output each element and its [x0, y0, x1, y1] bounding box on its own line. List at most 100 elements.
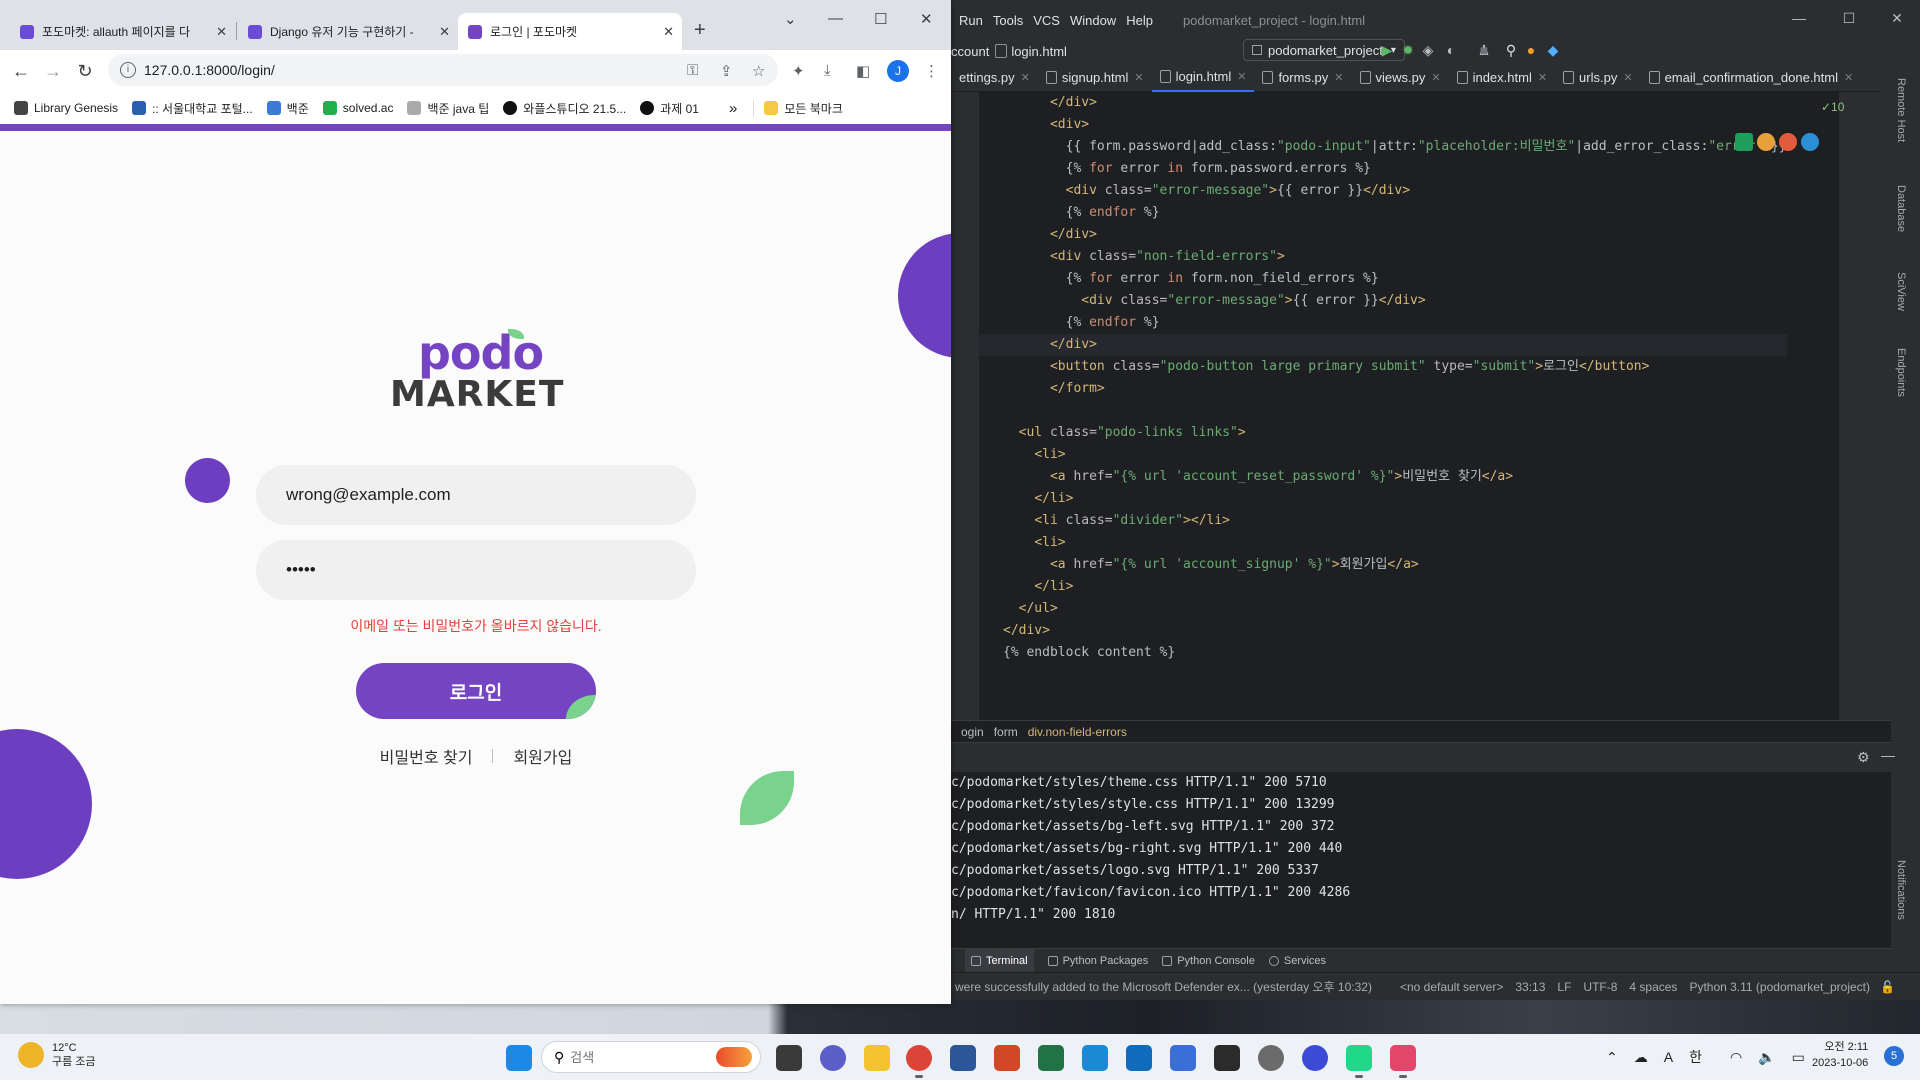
- remote-host-tool[interactable]: Remote Host: [1895, 78, 1907, 142]
- ide-maximize-icon[interactable]: ☐: [1841, 10, 1857, 26]
- lock-icon[interactable]: 🔓: [1880, 980, 1895, 994]
- coverage-icon[interactable]: ◈: [1420, 42, 1436, 58]
- chrome-tab-1[interactable]: 포도마켓: allauth 페이지를 다 ✕: [10, 13, 235, 50]
- new-tab-button[interactable]: +: [694, 19, 706, 42]
- pycharm-preview-icon[interactable]: [1735, 133, 1753, 151]
- jetbrains-icon[interactable]: ◆: [1545, 42, 1561, 58]
- crumb-div[interactable]: div.non-field-errors: [1028, 725, 1127, 739]
- stop-icon[interactable]: ■: [1476, 42, 1492, 58]
- taskbar-search-input[interactable]: [570, 1049, 691, 1065]
- address-bar[interactable]: i: [108, 54, 778, 86]
- url-input[interactable]: [144, 62, 664, 78]
- close-icon[interactable]: ✕: [1623, 71, 1632, 84]
- sticky-notes-icon[interactable]: [1214, 1045, 1240, 1071]
- profile-icon[interactable]: ◐: [1443, 42, 1459, 58]
- crumb-form[interactable]: form: [994, 725, 1018, 739]
- close-icon[interactable]: ✕: [1538, 71, 1547, 84]
- notification-badge[interactable]: 5: [1884, 1046, 1904, 1066]
- reset-password-link[interactable]: 비밀번호 찾기: [380, 744, 473, 768]
- menu-help[interactable]: Help: [1126, 13, 1153, 28]
- close-icon[interactable]: ✕: [1237, 70, 1246, 83]
- app-blue-icon[interactable]: [1082, 1045, 1108, 1071]
- powerpoint-icon[interactable]: [994, 1045, 1020, 1071]
- sciview-tool[interactable]: SciView: [1895, 272, 1907, 311]
- database-tool[interactable]: Database: [1895, 185, 1907, 232]
- close-icon[interactable]: ✕: [1844, 71, 1853, 84]
- close-icon[interactable]: ✕: [1334, 71, 1343, 84]
- chat-icon[interactable]: [820, 1045, 846, 1071]
- search-icon[interactable]: ⚲: [1503, 42, 1519, 58]
- bookmark-solved-ac[interactable]: solved.ac: [322, 101, 393, 115]
- settings-gear-icon[interactable]: ⚙: [1857, 749, 1870, 766]
- snipping-tool-icon[interactable]: [1390, 1045, 1416, 1078]
- email-input[interactable]: [256, 465, 696, 525]
- forward-arrow-icon[interactable]: →: [42, 60, 64, 82]
- inspection-widget[interactable]: ✓10: [1821, 100, 1844, 114]
- bookmark-snu-portal[interactable]: :: 서울대학교 포털...: [132, 100, 253, 117]
- chrome-tab-active[interactable]: 로그인 | 포도마켓 ✕: [458, 13, 682, 50]
- tab-python-packages[interactable]: Python Packages: [1047, 949, 1148, 973]
- close-icon[interactable]: ✕: [1134, 71, 1143, 84]
- menu-tools[interactable]: Tools: [993, 13, 1023, 28]
- chrome-icon[interactable]: [906, 1045, 932, 1078]
- crumb-block[interactable]: ogin: [961, 725, 984, 739]
- maximize-icon[interactable]: ☐: [874, 10, 887, 28]
- bookmark-baekjoon-java[interactable]: 백준 java 팁: [407, 100, 489, 117]
- taskbar-clock[interactable]: 오전 2:11 2023-10-06: [1812, 1039, 1868, 1071]
- status-position[interactable]: 33:13: [1515, 980, 1545, 994]
- update-icon[interactable]: ●: [1523, 42, 1539, 58]
- chrome-preview-icon[interactable]: [1757, 133, 1775, 151]
- download-icon[interactable]: ⤓: [824, 62, 831, 79]
- bookmark-library-genesis[interactable]: Library Genesis: [14, 101, 118, 115]
- edge-preview-icon[interactable]: [1801, 133, 1819, 151]
- bookmark-baekjoon[interactable]: 백준: [266, 100, 309, 117]
- more-menu-icon[interactable]: ⋮: [924, 62, 939, 80]
- dev-app-icon[interactable]: [1302, 1045, 1328, 1071]
- close-icon[interactable]: ✕: [439, 24, 450, 40]
- file-explorer-icon[interactable]: [864, 1045, 890, 1071]
- tab-search-chevron-icon[interactable]: ⌄: [784, 10, 797, 28]
- tab-settings-py[interactable]: ettings.py ✕: [951, 64, 1038, 92]
- excel-icon[interactable]: [1038, 1045, 1064, 1071]
- nav-crumb-file[interactable]: login.html: [1011, 44, 1067, 59]
- tray-chevron-up-icon[interactable]: ⌃: [1606, 1049, 1618, 1066]
- extensions-puzzle-icon[interactable]: ✦: [792, 62, 805, 80]
- ime-language-indicator[interactable]: 한: [1689, 1047, 1702, 1067]
- menu-vcs[interactable]: VCS: [1033, 13, 1060, 28]
- close-window-icon[interactable]: ✕: [920, 10, 933, 28]
- key-icon[interactable]: ⚿: [687, 62, 698, 79]
- wifi-icon[interactable]: ◠: [1730, 1049, 1742, 1066]
- tab-forms-py[interactable]: forms.py ✕: [1254, 64, 1351, 92]
- tab-terminal[interactable]: Terminal: [965, 948, 1034, 973]
- endpoints-tool[interactable]: Endpoints: [1895, 348, 1907, 397]
- status-server[interactable]: <no default server>: [1400, 980, 1503, 994]
- status-line-separator[interactable]: LF: [1557, 980, 1571, 994]
- font-mode-indicator[interactable]: A: [1664, 1049, 1673, 1065]
- nav-crumb-folder[interactable]: ccount: [951, 44, 989, 59]
- tab-signup-html[interactable]: signup.html ✕: [1038, 64, 1152, 92]
- bookmark-waffle-studio[interactable]: 와플스튜디오 21.5...: [503, 100, 626, 117]
- close-icon[interactable]: ✕: [1431, 71, 1440, 84]
- settings-icon[interactable]: [1258, 1045, 1284, 1071]
- profile-avatar[interactable]: J: [887, 60, 909, 82]
- onedrive-cloud-icon[interactable]: ☁: [1634, 1049, 1648, 1066]
- windows-start-icon[interactable]: [506, 1045, 532, 1071]
- tab-views-py[interactable]: views.py ✕: [1352, 64, 1449, 92]
- battery-icon[interactable]: ▭: [1792, 1049, 1805, 1066]
- code-editor[interactable]: </div> <div> {{ form.password|add_class:…: [979, 92, 1839, 720]
- tab-email-confirmation-done-html[interactable]: email_confirmation_done.html ✕: [1641, 64, 1862, 92]
- ide-close-icon[interactable]: ✕: [1889, 10, 1905, 26]
- status-message[interactable]: were successfully added to the Microsoft…: [955, 978, 1372, 995]
- tab-login-html[interactable]: login.html ✕: [1151, 64, 1255, 92]
- reload-icon[interactable]: ↻: [74, 60, 96, 82]
- notepad-icon[interactable]: [1170, 1045, 1196, 1071]
- status-interpreter[interactable]: Python 3.11 (podomarket_project): [1689, 980, 1870, 994]
- tab-python-console[interactable]: Python Console: [1162, 949, 1255, 973]
- status-encoding[interactable]: UTF-8: [1583, 980, 1617, 994]
- run-icon[interactable]: ▶: [1379, 42, 1395, 58]
- close-icon[interactable]: ✕: [663, 24, 674, 40]
- bookmark-assignment-01[interactable]: 과제 01: [640, 100, 699, 117]
- tab-urls-py[interactable]: urls.py ✕: [1555, 64, 1641, 92]
- menu-window[interactable]: Window: [1070, 13, 1116, 28]
- debug-icon[interactable]: ✹: [1400, 42, 1416, 58]
